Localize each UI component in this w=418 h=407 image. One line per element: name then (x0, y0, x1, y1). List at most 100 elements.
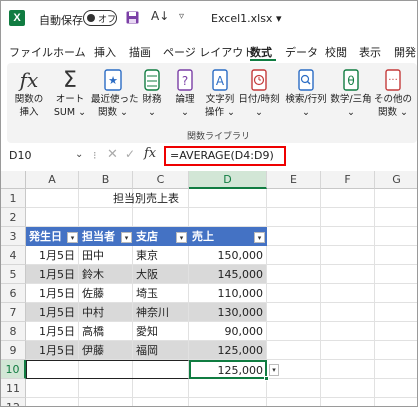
grid-cell[interactable] (133, 208, 189, 227)
grid-cell[interactable] (267, 303, 321, 322)
column-header-g[interactable]: G (375, 171, 417, 189)
name-box-dropdown-icon[interactable]: ⌄ (75, 149, 83, 160)
column-header-d[interactable]: D (189, 171, 267, 189)
grid-cell[interactable] (375, 322, 417, 341)
person-cell[interactable]: 中村 (79, 303, 133, 322)
grid-cell[interactable] (321, 360, 375, 379)
empty-cells-row10[interactable] (26, 360, 189, 379)
grid-cell[interactable] (321, 246, 375, 265)
row-header-11[interactable]: 11 (1, 379, 26, 398)
grid-cell[interactable] (321, 398, 375, 406)
grid-cell[interactable] (375, 227, 417, 246)
date-cell[interactable]: 1月5日 (26, 303, 79, 322)
tab-view[interactable]: 表示 (359, 44, 381, 60)
fill-handle[interactable] (264, 376, 269, 381)
sales-cell[interactable]: 90,000 (189, 322, 267, 341)
row-header-5[interactable]: 5 (1, 265, 26, 284)
grid-cell[interactable] (133, 398, 189, 406)
branch-cell[interactable]: 愛知 (133, 322, 189, 341)
grid-cell[interactable] (375, 265, 417, 284)
grid-cell[interactable] (26, 398, 79, 406)
grid-cell[interactable] (375, 379, 417, 398)
grid-cell[interactable] (26, 208, 79, 227)
branch-cell[interactable]: 埼玉 (133, 284, 189, 303)
tab-insert[interactable]: 挿入 (94, 44, 116, 60)
date-cell[interactable]: 1月5日 (26, 322, 79, 341)
grid-cell[interactable] (375, 189, 417, 208)
grid-cell[interactable] (267, 379, 321, 398)
sales-cell[interactable]: 130,000 (189, 303, 267, 322)
grid-cell[interactable] (321, 265, 375, 284)
row-header-12[interactable]: 12 (1, 398, 26, 406)
grid-cell[interactable] (26, 379, 79, 398)
grid-cell[interactable] (321, 227, 375, 246)
tab-formulas[interactable]: 数式 (250, 44, 272, 60)
more-functions-button[interactable]: ··· その他の 関数 ⌄ (373, 67, 413, 119)
grid-cell[interactable] (375, 341, 417, 360)
grid-cell[interactable] (267, 341, 321, 360)
branch-cell[interactable]: 東京 (133, 246, 189, 265)
tab-home[interactable]: ホーム (53, 44, 86, 60)
column-header-f[interactable]: F (321, 171, 375, 189)
branch-cell[interactable]: 大阪 (133, 265, 189, 284)
insert-function-fx-icon[interactable]: fx (144, 146, 156, 161)
row-header-9[interactable]: 9 (1, 341, 26, 360)
grid-cell[interactable] (321, 208, 375, 227)
grid-cell[interactable] (189, 379, 267, 398)
filter-dropdown-icon[interactable]: ▾ (67, 232, 78, 243)
row-header-3[interactable]: 3 (1, 227, 26, 246)
lookup-reference-button[interactable]: 検索/行列 ⌄ (283, 67, 329, 119)
sort-icon[interactable]: A↓ (151, 9, 169, 23)
grid-cell[interactable] (375, 360, 417, 379)
person-cell[interactable]: 高橋 (79, 322, 133, 341)
tab-page-layout[interactable]: ページ レイアウト (163, 44, 254, 60)
table-title-cell[interactable]: 担当別売上表 (26, 189, 267, 208)
column-header-c[interactable]: C (133, 171, 189, 189)
grid-cell[interactable] (267, 284, 321, 303)
grid-cell[interactable] (267, 246, 321, 265)
sales-cell[interactable]: 145,000 (189, 265, 267, 284)
grid-cell[interactable] (375, 208, 417, 227)
row-header-7[interactable]: 7 (1, 303, 26, 322)
grid-cell[interactable] (267, 265, 321, 284)
grid-cell[interactable] (267, 322, 321, 341)
grid-cell[interactable] (375, 246, 417, 265)
grid-cell[interactable] (321, 322, 375, 341)
grid-cell[interactable] (133, 379, 189, 398)
filter-dropdown-icon[interactable]: ▾ (121, 232, 132, 243)
autosave-toggle[interactable]: オフ (83, 10, 117, 26)
branch-cell[interactable]: 福岡 (133, 341, 189, 360)
grid-cell[interactable] (267, 227, 321, 246)
autosum-button[interactable]: Σ オート SUM ⌄ (53, 67, 87, 119)
person-cell[interactable]: 田中 (79, 246, 133, 265)
row-header-1[interactable]: 1 (1, 189, 26, 208)
person-cell[interactable]: 鈴木 (79, 265, 133, 284)
tab-review[interactable]: 校閲 (325, 44, 347, 60)
math-trig-button[interactable]: θ 数学/三角 ⌄ (329, 67, 373, 119)
tab-developer[interactable]: 開発 (394, 44, 416, 60)
insert-function-button[interactable]: fx 関数の 挿入 (9, 67, 49, 119)
recently-used-button[interactable]: ★ 最近使った 関数 ⌄ (91, 67, 139, 119)
grid-cell[interactable] (189, 208, 267, 227)
person-cell[interactable]: 伊藤 (79, 341, 133, 360)
autofill-options-icon[interactable]: ▾ (269, 364, 279, 376)
tab-file[interactable]: ファイル (9, 44, 53, 60)
grid-cell[interactable] (375, 284, 417, 303)
file-name[interactable]: Excel1.xlsx ▾ (211, 12, 281, 25)
save-icon[interactable] (126, 11, 139, 24)
row-header-2[interactable]: 2 (1, 208, 26, 227)
date-cell[interactable]: 1月5日 (26, 341, 79, 360)
text-button[interactable]: A 文字列 操作 ⌄ (203, 67, 237, 119)
logical-button[interactable]: ? 論理 ⌄ (171, 67, 199, 119)
formula-input[interactable]: =AVERAGE(D4:D9) (170, 149, 274, 162)
grid-cell[interactable] (321, 303, 375, 322)
grid-cell[interactable] (321, 379, 375, 398)
sales-cell[interactable]: 110,000 (189, 284, 267, 303)
grid-cell[interactable] (375, 398, 417, 406)
row-header-6[interactable]: 6 (1, 284, 26, 303)
filter-dropdown-icon[interactable]: ▾ (254, 232, 265, 243)
tab-draw[interactable]: 描画 (129, 44, 151, 60)
grid-cell[interactable] (267, 208, 321, 227)
qat-customize-icon[interactable]: ▿ (179, 11, 184, 22)
date-time-button[interactable]: 日付/時刻 ⌄ (237, 67, 281, 119)
